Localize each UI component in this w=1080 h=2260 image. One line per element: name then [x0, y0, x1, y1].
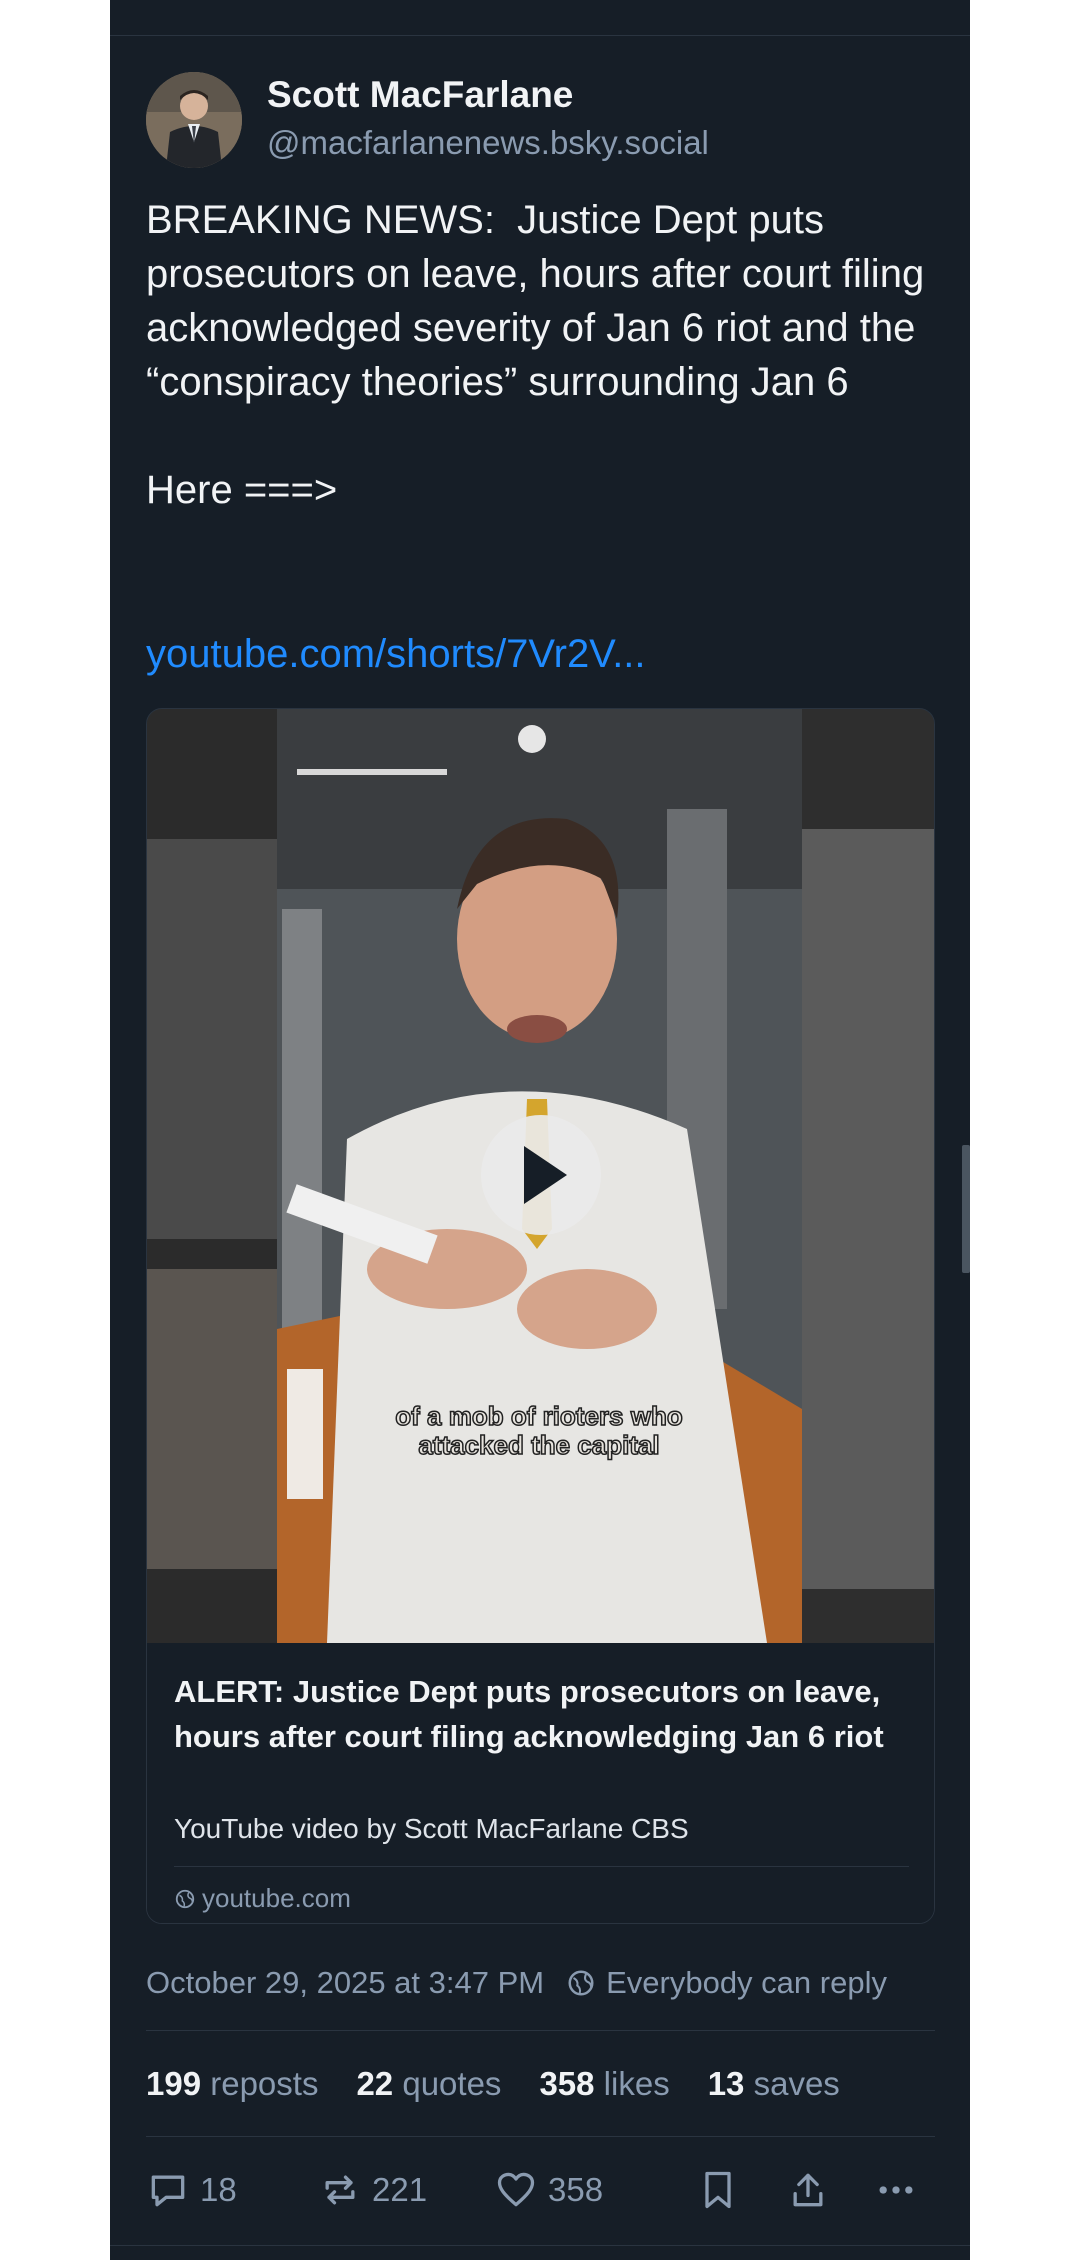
reply-button[interactable]: 18 [146, 2168, 237, 2212]
divider [174, 1866, 909, 1867]
likes-stat[interactable]: 358 likes [539, 2065, 669, 2103]
divider [110, 2245, 970, 2246]
author-name[interactable]: Scott MacFarlane [267, 74, 573, 116]
bookmark-button[interactable] [696, 2168, 740, 2212]
reply-setting-label: Everybody can reply [606, 1965, 887, 2000]
link-card-title[interactable]: ALERT: Justice Dept puts prosecutors on … [174, 1669, 894, 1759]
video-caption-line2: attacked the capital [418, 1430, 659, 1460]
divider [146, 2136, 935, 2137]
link-card-description: YouTube video by Scott MacFarlane CBS [174, 1813, 689, 1844]
repost-icon [325, 2175, 355, 2205]
globe-icon [175, 1889, 195, 1908]
divider [110, 35, 970, 36]
like-button[interactable]: 358 [494, 2168, 603, 2212]
saves-stat[interactable]: 13 saves [708, 2065, 840, 2103]
reply-count: 18 [200, 2171, 237, 2208]
saves-label: saves [753, 2065, 840, 2102]
engagement-stats: 199 reposts 22 quotes 358 likes 13 saves [146, 2065, 840, 2103]
reposts-label: reposts [210, 2065, 319, 2102]
post-thread-column: Scott MacFarlane @macfarlanenews.bsky.so… [110, 0, 970, 2260]
scrollbar-thumb[interactable] [962, 1145, 970, 1273]
reply-icon [151, 2175, 185, 2207]
more-horizontal-icon [879, 2186, 913, 2194]
post-link[interactable]: youtube.com/shorts/7Vr2V... [146, 627, 646, 681]
link-card-info[interactable]: ALERT: Justice Dept puts prosecutors on … [147, 1643, 934, 1923]
quotes-count: 22 [356, 2065, 394, 2102]
globe-icon [568, 1970, 594, 1996]
share-button[interactable] [786, 2168, 830, 2212]
play-icon[interactable] [481, 1115, 601, 1235]
more-options-button[interactable] [874, 2168, 918, 2212]
link-card-domain: youtube.com [174, 1883, 351, 1914]
heart-icon [497, 2172, 535, 2207]
likes-label: likes [603, 2065, 670, 2102]
video-thumbnail[interactable]: of a mob of rioters who attacked the cap… [147, 709, 934, 1643]
like-count: 358 [548, 2171, 604, 2208]
reposts-count: 199 [146, 2065, 202, 2102]
quotes-stat[interactable]: 22 quotes [356, 2065, 501, 2103]
reply-setting: Everybody can reply [566, 1965, 887, 2001]
post-timestamp[interactable]: October 29, 2025 at 3:47 PM [146, 1965, 544, 2001]
share-icon [793, 2173, 823, 2207]
reposts-stat[interactable]: 199 reposts [146, 2065, 318, 2103]
bookmark-icon [705, 2171, 731, 2209]
author-handle[interactable]: @macfarlanenews.bsky.social [267, 124, 709, 162]
likes-count: 358 [539, 2065, 595, 2102]
post-meta: October 29, 2025 at 3:47 PM Everybody ca… [146, 1965, 887, 2001]
video-embed-card[interactable]: of a mob of rioters who attacked the cap… [146, 708, 935, 1924]
quotes-label: quotes [402, 2065, 502, 2102]
post-text: BREAKING NEWS: Justice Dept puts prosecu… [146, 198, 925, 512]
video-caption-line1: of a mob of rioters who [395, 1401, 682, 1431]
link-card-domain-text: youtube.com [202, 1883, 351, 1913]
repost-button[interactable]: 221 [318, 2168, 427, 2212]
saves-count: 13 [707, 2065, 745, 2102]
repost-count: 221 [372, 2171, 428, 2208]
divider [146, 2030, 935, 2031]
avatar[interactable] [146, 72, 242, 168]
